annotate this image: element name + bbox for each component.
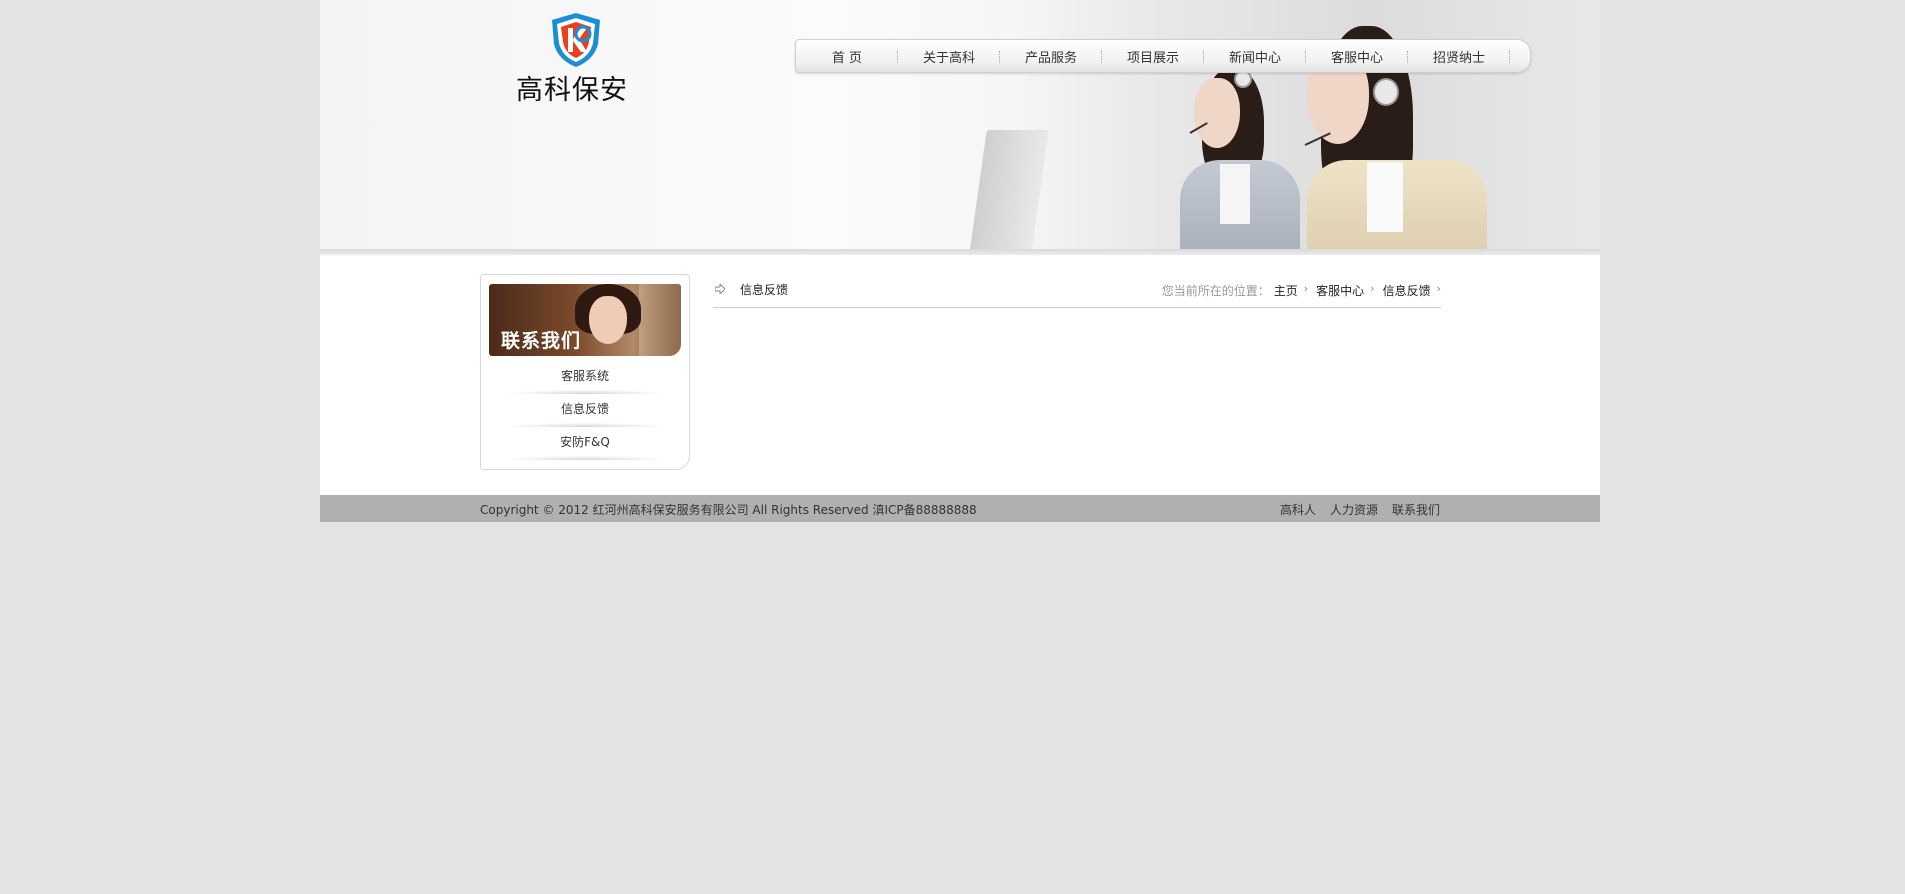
footer-links: 高科人 人力资源 联系我们 xyxy=(1266,501,1440,518)
content-header: 信息反馈 您当前所在的位置： 主页 › 客服中心 › 信息反馈 › xyxy=(713,280,1441,308)
copyright-text: Copyright © 2012 红河州高科保安服务有限公司 All Right… xyxy=(480,503,977,517)
breadcrumb-home[interactable]: 主页 xyxy=(1274,282,1298,299)
banner-divider xyxy=(320,249,1600,255)
sidebar-item-faq[interactable]: 安防F&Q xyxy=(489,427,681,460)
chevron-right-icon: › xyxy=(1303,282,1309,295)
breadcrumb-label: 您当前所在的位置： xyxy=(1161,284,1270,298)
footer-link-contact[interactable]: 联系我们 xyxy=(1392,501,1440,518)
nav-item-about[interactable]: 关于高科 xyxy=(898,47,1000,66)
sidebar-item-service-system[interactable]: 客服系统 xyxy=(489,361,681,394)
footer-link-hr[interactable]: 人力资源 xyxy=(1330,501,1378,518)
site-logo[interactable]: 高科保安 xyxy=(516,12,627,106)
sidebar: 联系我们 客服系统 信息反馈 安防F&Q xyxy=(480,274,690,470)
header-banner: 高科保安 首 页 关于高科 产品服务 项目展示 新闻中心 客服中心 招贤纳士 xyxy=(320,0,1600,255)
breadcrumb-feedback[interactable]: 信息反馈 xyxy=(1383,282,1431,299)
sidebar-title: 联系我们 xyxy=(501,330,582,352)
nav-item-products[interactable]: 产品服务 xyxy=(1000,47,1102,66)
chevron-right-icon: › xyxy=(1436,282,1441,295)
breadcrumb: 您当前所在的位置： 主页 › 客服中心 › 信息反馈 › xyxy=(1162,282,1441,299)
footer: Copyright © 2012 红河州高科保安服务有限公司 All Right… xyxy=(320,495,1600,522)
nav-item-service[interactable]: 客服中心 xyxy=(1306,47,1408,66)
sidebar-item-feedback[interactable]: 信息反馈 xyxy=(489,394,681,427)
nav-item-news[interactable]: 新闻中心 xyxy=(1204,47,1306,66)
nav-item-careers[interactable]: 招贤纳士 xyxy=(1408,47,1510,66)
shield-logo-icon xyxy=(552,13,600,67)
breadcrumb-service[interactable]: 客服中心 xyxy=(1316,282,1364,299)
nav-item-projects[interactable]: 项目展示 xyxy=(1102,47,1204,66)
arrow-right-icon xyxy=(715,284,725,294)
page-title: 信息反馈 xyxy=(740,283,789,297)
nav-item-home[interactable]: 首 页 xyxy=(796,47,898,66)
main-nav: 首 页 关于高科 产品服务 项目展示 新闻中心 客服中心 招贤纳士 xyxy=(795,39,1531,73)
logo-text: 高科保安 xyxy=(516,75,628,106)
chevron-right-icon: › xyxy=(1370,282,1375,295)
page-container: 高科保安 首 页 关于高科 产品服务 项目展示 新闻中心 客服中心 招贤纳士 联… xyxy=(320,0,1600,522)
sidebar-menu: 客服系统 信息反馈 安防F&Q xyxy=(489,361,681,460)
footer-link-people[interactable]: 高科人 xyxy=(1280,501,1316,518)
contact-banner-image: 联系我们 xyxy=(489,284,681,356)
